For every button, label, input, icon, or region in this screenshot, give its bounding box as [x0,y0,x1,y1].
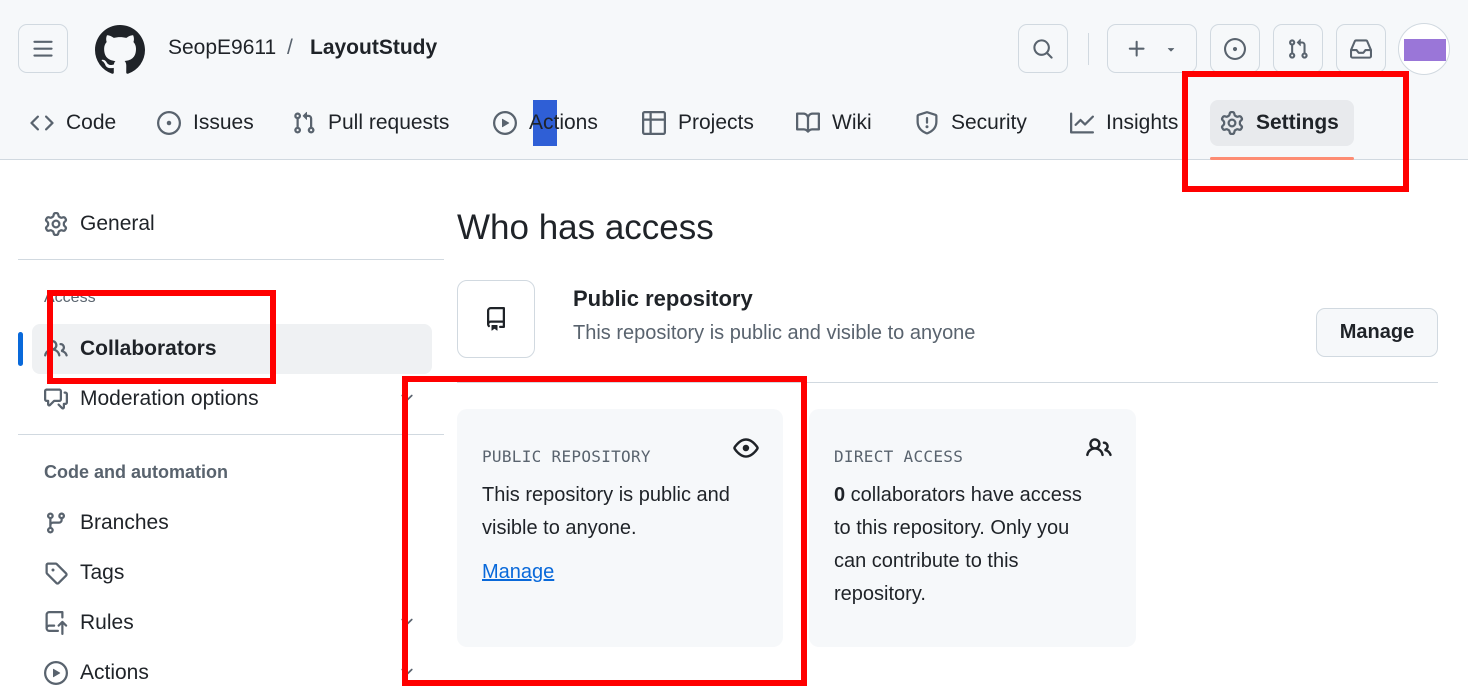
tab-insights[interactable]: Insights [1060,100,1188,146]
header-divider [1088,33,1089,65]
tab-insights-label: Insights [1106,111,1179,134]
tab-issues-label: Issues [193,111,254,134]
sidebar-item-label: Rules [80,611,134,634]
visibility-description: This repository is public and visible to… [573,322,976,344]
sidebar-item-tags[interactable]: Tags [32,548,432,598]
menu-button[interactable] [18,24,68,73]
sidebar-item-branches[interactable]: Branches [32,498,432,548]
book-icon [796,112,820,133]
card-text-line: collaborators have access [845,484,1082,506]
repo-icon [487,307,505,331]
tab-security[interactable]: Security [905,100,1037,146]
people-icon [1086,438,1112,457]
repo-owner-link[interactable]: SeopE9611 [168,36,276,60]
tab-actions-label: Actions [529,111,598,134]
card-text-line: to this repository. Only you [834,517,1070,539]
tab-pull-requests[interactable]: Pull requests [282,100,459,146]
sidebar-item-label: Actions [80,661,149,684]
tab-actions[interactable]: Actions [483,100,608,146]
card-label: DIRECT ACCESS [834,447,964,466]
sidebar-item-label: General [80,212,155,235]
user-avatar[interactable] [1398,23,1450,75]
card-text-line: repository. [834,583,926,605]
avatar-image [1404,39,1446,61]
tab-projects-label: Projects [678,111,754,134]
highlight-box-public-card [402,376,807,686]
tab-pull-requests-label: Pull requests [328,111,450,134]
repo-push-icon [45,611,68,635]
card-text-line: can contribute to this [834,550,1019,572]
highlight-box-collaborators [47,290,276,384]
search-icon [1033,38,1053,59]
comment-discussion-icon [44,388,68,410]
sidebar-item-rules[interactable]: Rules [32,598,432,648]
play-icon [44,661,68,685]
breadcrumb-separator: / [287,36,293,59]
issue-icon [1224,37,1246,60]
manage-visibility-button[interactable]: Manage [1316,308,1438,357]
repo-visibility-icon-box [457,280,535,358]
tab-wiki[interactable]: Wiki [786,100,882,146]
tab-code-label: Code [66,111,117,134]
issues-button[interactable] [1210,24,1260,73]
tab-security-label: Security [951,111,1027,134]
github-logo-icon[interactable] [95,25,145,75]
tab-issues[interactable]: Issues [147,100,264,146]
menu-icon [33,40,53,57]
graph-icon [1070,112,1094,134]
visibility-title: Public repository [573,286,753,311]
code-icon [30,115,54,131]
repo-name-link[interactable]: LayoutStudy [310,36,437,60]
branch-icon [46,512,65,534]
sidebar-item-actions[interactable]: Actions [32,648,432,695]
sidebar-item-general[interactable]: General [32,199,432,249]
shield-icon [916,111,938,135]
create-new-button[interactable] [1107,24,1197,73]
tab-code[interactable]: Code [20,100,126,146]
collaborator-count: 0 [834,484,846,506]
sidebar-heading-code-automation: Code and automation [44,462,228,482]
issue-icon [157,111,181,135]
sidebar-divider [18,434,444,435]
plus-icon [1128,40,1145,57]
tab-projects[interactable]: Projects [632,100,764,146]
play-icon [493,111,517,135]
inbox-button[interactable] [1336,24,1386,73]
page-title: Who has access [457,208,714,247]
sidebar-item-label: Moderation options [80,387,259,410]
sidebar-item-label: Branches [80,511,169,534]
direct-access-card: DIRECT ACCESS 0 collaborators have acces… [809,409,1136,647]
tab-wiki-label: Wiki [832,111,872,134]
sidebar-divider [18,259,444,260]
inbox-icon [1350,38,1372,59]
pull-requests-button[interactable] [1273,24,1323,73]
caret-down-icon [1167,47,1175,52]
search-button[interactable] [1018,24,1068,73]
gear-icon [44,212,68,236]
pull-request-icon [1289,38,1308,59]
table-icon [642,111,666,135]
tag-icon [45,562,68,585]
active-item-indicator [18,332,23,366]
pull-request-icon [294,111,315,134]
sidebar-item-label: Tags [80,561,125,584]
highlight-box-settings [1182,71,1409,192]
